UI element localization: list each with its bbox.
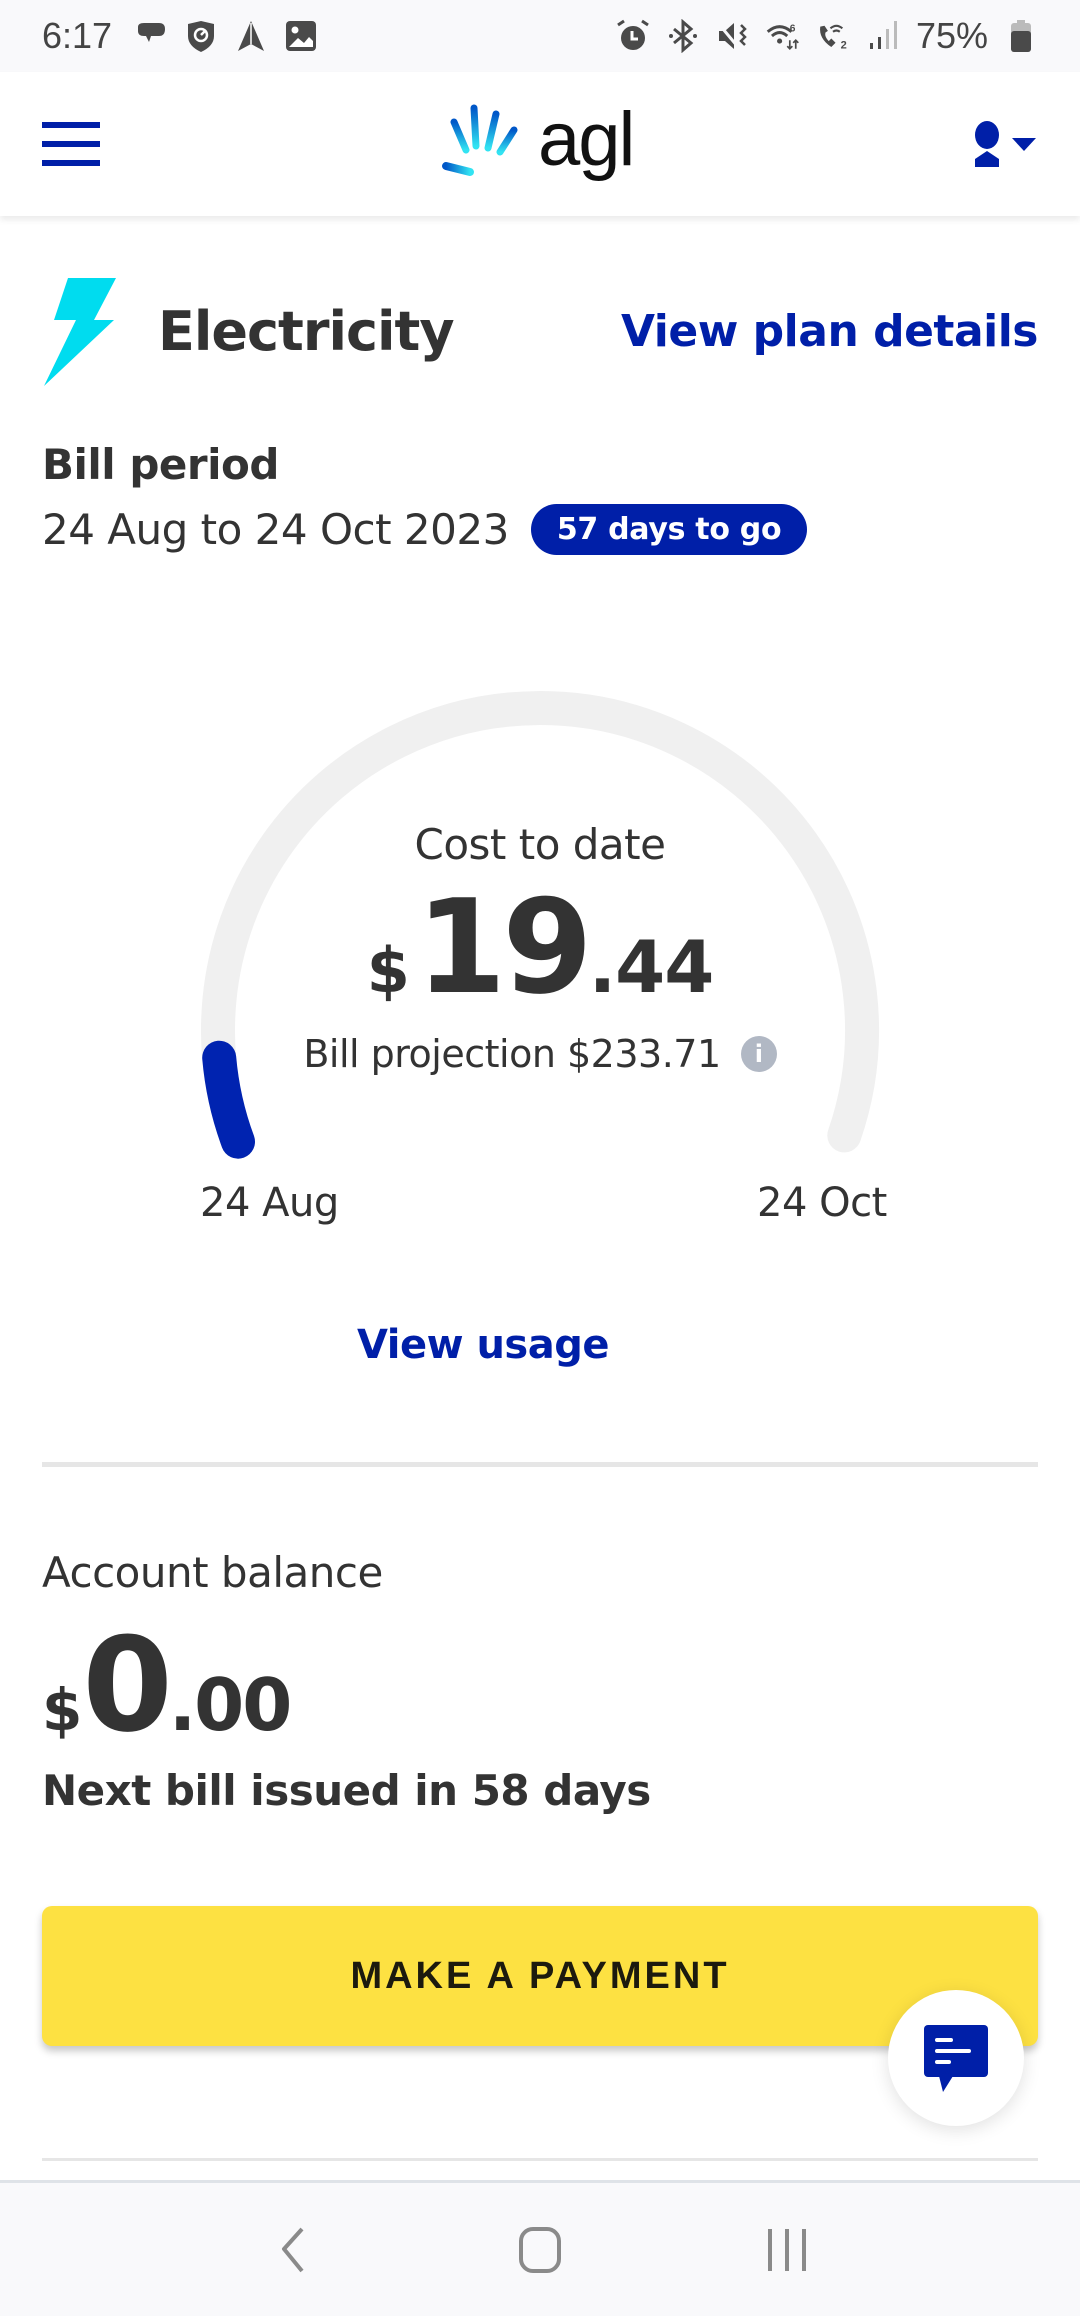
svg-text:6: 6: [790, 24, 796, 35]
bill-period-label: Bill period: [42, 440, 279, 489]
cost-to-date-label: Cost to date: [414, 820, 666, 869]
currency-symbol: $: [42, 1676, 83, 1744]
chat-button[interactable]: [888, 1990, 1024, 2126]
account-balance-amount: $ 0 .00: [42, 1609, 293, 1761]
logo-text: agl: [538, 97, 635, 182]
cost-whole: 19: [415, 871, 593, 1023]
shield-icon: [184, 19, 218, 53]
section-divider: [42, 2158, 1038, 2161]
days-to-go-badge: 57 days to go: [530, 504, 808, 555]
section-title: Electricity: [158, 299, 455, 363]
recents-button[interactable]: [757, 2220, 817, 2280]
gauge-start-label: 24 Aug: [200, 1180, 339, 1226]
home-icon: [518, 2226, 561, 2273]
lightning-bolt-icon: [44, 278, 116, 386]
svg-text:2: 2: [841, 40, 847, 52]
cost-cents: .44: [588, 925, 715, 1009]
electricity-header: Electricity View plan details: [42, 272, 1039, 390]
view-usage-link[interactable]: View usage: [0, 1322, 966, 1368]
signal-icon: [866, 19, 900, 53]
gauge-end-label: 24 Oct: [757, 1180, 887, 1226]
make-payment-button[interactable]: MAKE A PAYMENT: [42, 1906, 1038, 2046]
alarm-icon: [616, 19, 650, 53]
wifi-icon: 6: [766, 19, 800, 53]
agl-logo[interactable]: agl: [440, 97, 635, 182]
battery-percent: 75%: [915, 15, 988, 56]
navigation-arrow-icon: [234, 19, 268, 53]
mute-vibrate-icon: [716, 19, 750, 53]
recents-icon: [767, 2228, 806, 2271]
bluetooth-icon: [666, 19, 700, 53]
bill-projection-text: Bill projection $233.71: [303, 1032, 721, 1076]
status-bar: 6:17 6 2 75%: [0, 0, 1080, 72]
back-icon: [282, 2227, 304, 2272]
balance-cents: .00: [168, 1663, 293, 1747]
cost-to-date-amount: $ 19 .44: [0, 882, 1080, 1012]
user-menu[interactable]: [972, 121, 1038, 167]
balance-whole: 0: [82, 1609, 172, 1761]
back-button[interactable]: [263, 2220, 323, 2280]
bill-period-dates: 24 Aug to 24 Oct 2023: [42, 505, 509, 554]
wifi-calling-icon: 2: [816, 19, 850, 53]
bill-projection: Bill projection $233.71 i: [0, 1032, 1080, 1076]
cost-gauge: Cost to date $ 19 .44 Bill projection $2…: [0, 660, 1080, 1260]
caret-down-icon: [1012, 138, 1036, 151]
next-bill-text: Next bill issued in 58 days: [42, 1766, 651, 1815]
currency-symbol: $: [366, 934, 410, 1007]
image-icon: [284, 19, 318, 53]
app-header: agl: [0, 72, 1080, 216]
chat-bubble-icon: [134, 19, 168, 53]
chat-icon: [924, 2025, 988, 2092]
battery-icon: [1004, 19, 1038, 53]
agl-sunburst-icon: [442, 104, 518, 176]
section-divider: [42, 1462, 1038, 1467]
system-nav-bar: [0, 2180, 1080, 2316]
home-button[interactable]: [510, 2220, 570, 2280]
account-balance-label: Account balance: [42, 1548, 383, 1597]
hamburger-icon[interactable]: [42, 122, 100, 166]
user-icon: [975, 121, 999, 167]
clock: 6:17: [42, 15, 113, 56]
view-plan-details-link[interactable]: View plan details: [621, 306, 1039, 357]
info-icon[interactable]: i: [740, 1036, 777, 1072]
bill-period-row: 24 Aug to 24 Oct 2023 57 days to go: [42, 504, 808, 555]
